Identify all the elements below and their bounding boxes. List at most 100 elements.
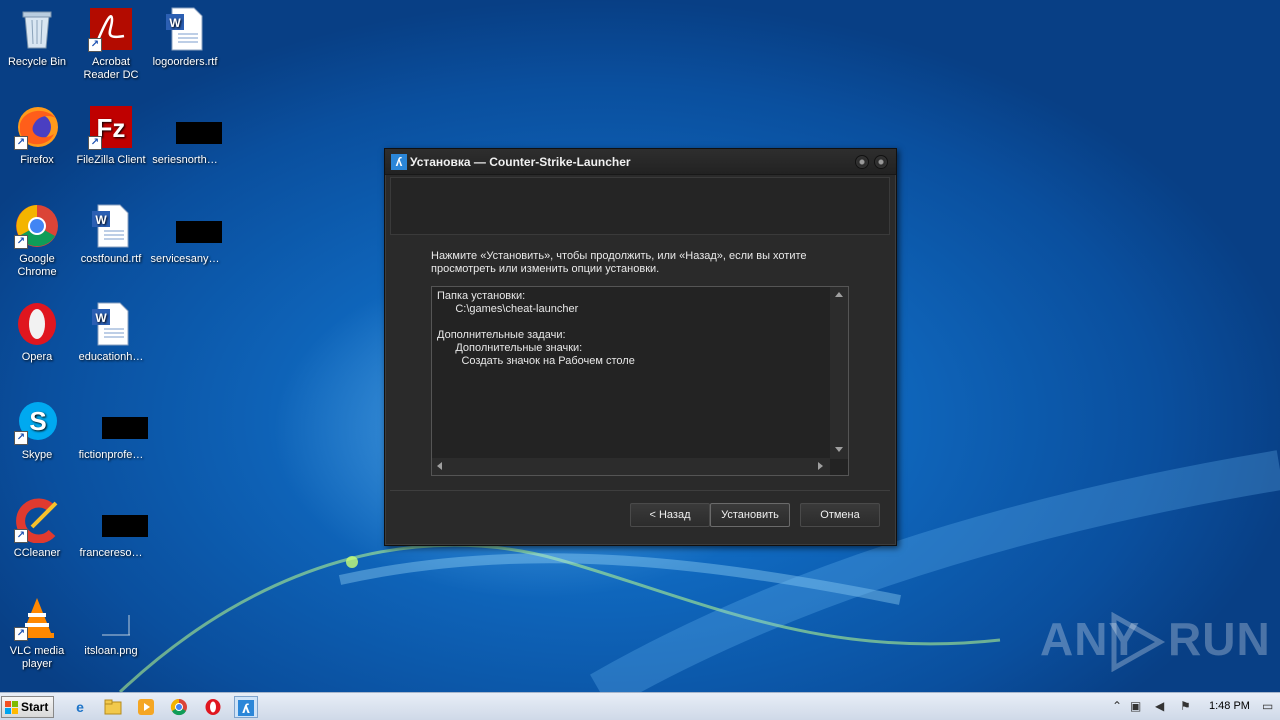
taskbar: Start e ʎ ⌃ ▣ ◀ ⚑ 1:48 PM ▭ [0, 692, 1280, 720]
desktop-icon-chrome[interactable]: ↗ Google Chrome [0, 203, 74, 279]
word-doc-icon: W [88, 301, 134, 347]
redacted-icon [88, 399, 148, 445]
redacted-icon [162, 104, 222, 150]
desktop-icon-label: servicesany… [150, 253, 220, 265]
desktop-icon-label: CCleaner [13, 547, 61, 559]
install-button[interactable]: Установить [710, 503, 790, 527]
desktop-icon-label: Skype [21, 449, 53, 461]
dialog-title: Установка — Counter-Strike-Launcher [410, 155, 631, 169]
shortcut-arrow-icon: ↗ [88, 136, 102, 150]
desktop-icon-servicesany[interactable]: servicesany… [148, 203, 222, 266]
back-button[interactable]: < Назад [630, 503, 710, 527]
desktop-icon-label: Opera [21, 351, 53, 363]
desktop-icon-label: francereso… [79, 547, 143, 559]
opera-icon [14, 301, 60, 347]
filezilla-icon: Fz ↗ [88, 104, 134, 150]
app-icon: ʎ [391, 154, 407, 170]
desktop-icon-task: Создать значок на Рабочем столе [461, 355, 635, 367]
image-file-icon [88, 595, 134, 641]
desktop-icon-educationh[interactable]: W educationh… [74, 301, 148, 364]
clock[interactable]: 1:48 PM [1209, 700, 1250, 712]
chrome-icon: ↗ [14, 203, 60, 249]
desktop-icon-logoorders[interactable]: W logoorders.rtf [148, 6, 222, 69]
desktop-icon-itsloan[interactable]: itsloan.png [74, 595, 148, 658]
desktop-icon-ccleaner[interactable]: ↗ CCleaner [0, 497, 74, 560]
close-button[interactable] [874, 155, 888, 169]
desktop-icon-label: educationh… [78, 351, 144, 363]
redacted-icon [88, 497, 148, 543]
svg-text:ʎ: ʎ [242, 702, 250, 716]
opera-taskbar-icon[interactable] [201, 696, 225, 718]
shortcut-arrow-icon: ↗ [14, 529, 28, 543]
show-desktop-button[interactable]: ▭ [1262, 699, 1273, 713]
dialog-titlebar[interactable]: ʎ Установка — Counter-Strike-Launcher [385, 149, 896, 175]
shortcut-arrow-icon: ↗ [14, 627, 28, 641]
shortcut-arrow-icon: ↗ [14, 431, 28, 445]
desktop-icon-recycle-bin[interactable]: Recycle Bin [0, 6, 74, 69]
redacted-icon [162, 203, 222, 249]
shortcut-arrow-icon: ↗ [88, 38, 102, 52]
svg-text:W: W [95, 213, 107, 227]
wizard-header-panel [390, 177, 890, 235]
media-player-icon[interactable] [134, 696, 158, 718]
desktop-icon-vlc[interactable]: ↗ VLC media player [0, 595, 74, 671]
chrome-taskbar-icon[interactable] [167, 696, 191, 718]
svg-text:W: W [95, 311, 107, 325]
recycle-bin-icon [14, 6, 60, 52]
desktop-icon-seriesnorth[interactable]: seriesnorth… [148, 104, 222, 167]
desktop-icon-label: FileZilla Client [76, 154, 146, 166]
desktop-icon-label: Recycle Bin [7, 56, 67, 68]
desktop-icon-filezilla[interactable]: Fz ↗ FileZilla Client [74, 104, 148, 167]
icons-label: Дополнительные значки: [455, 342, 583, 354]
desktop-icon-label: logoorders.rtf [152, 56, 218, 68]
minimize-button[interactable] [855, 155, 869, 169]
desktop-icon-label: costfound.rtf [80, 253, 142, 265]
desktop-icon-label: Firefox [20, 154, 54, 166]
file-explorer-icon[interactable] [101, 696, 125, 718]
desktop-icon-acrobat[interactable]: ↗ Acrobat Reader DC [74, 6, 148, 82]
install-folder-label: Папка установки: [437, 290, 526, 302]
dialog-divider [390, 490, 890, 491]
desktop-icon-label: Acrobat Reader DC [83, 56, 139, 81]
desktop-icon-opera[interactable]: Opera [0, 301, 74, 364]
desktop-icon-costfound[interactable]: W costfound.rtf [74, 203, 148, 266]
instructions-text: Нажмите «Установить», чтобы продолжить, … [431, 250, 807, 275]
start-button[interactable]: Start [1, 696, 54, 718]
scroll-left-arrow-icon[interactable] [437, 462, 442, 470]
scroll-right-arrow-icon[interactable] [818, 462, 823, 470]
desktop-icon-label: fictionprofe… [78, 449, 144, 461]
desktop-icon-label: seriesnorth… [152, 154, 218, 166]
scroll-up-arrow-icon[interactable] [835, 292, 843, 297]
desktop-icon-label: VLC media player [9, 645, 65, 670]
play-icon [1111, 612, 1166, 672]
install-folder-value: C:\games\cheat-launcher [455, 303, 579, 315]
vertical-scrollbar[interactable] [830, 287, 848, 459]
action-center-flag-icon[interactable]: ⚑ [1180, 699, 1191, 713]
svg-text:W: W [169, 16, 181, 30]
desktop-icon-skype[interactable]: S ↗ Skype [0, 399, 74, 462]
scroll-down-arrow-icon[interactable] [835, 447, 843, 452]
show-hidden-icons-button[interactable]: ⌃ [1112, 699, 1122, 713]
desktop-icon-fictionprofe[interactable]: fictionprofe… [74, 399, 148, 462]
cs-launcher-taskbar-icon[interactable]: ʎ [234, 696, 258, 718]
start-label: Start [21, 700, 49, 714]
install-summary-box[interactable]: Папка установки: C:\games\cheat-launcher… [431, 286, 849, 476]
volume-tray-icon[interactable]: ◀ [1155, 699, 1164, 713]
desktop-icon-label: itsloan.png [84, 645, 138, 657]
summary-text: Папка установки: C:\games\cheat-launcher… [437, 290, 635, 368]
acrobat-icon: ↗ [88, 6, 134, 52]
ccleaner-icon: ↗ [14, 497, 60, 544]
word-doc-icon: W [88, 203, 134, 249]
tasks-label: Дополнительные задачи: [437, 329, 566, 341]
svg-text:S: S [29, 406, 46, 436]
shortcut-arrow-icon: ↗ [14, 136, 28, 150]
installer-dialog: ʎ Установка — Counter-Strike-Launcher На… [384, 148, 897, 546]
firefox-icon: ↗ [14, 104, 60, 150]
horizontal-scrollbar[interactable] [432, 458, 830, 475]
internet-explorer-icon[interactable]: e [68, 696, 92, 718]
cancel-button[interactable]: Отмена [800, 503, 880, 527]
vlc-icon: ↗ [14, 595, 60, 641]
network-tray-icon[interactable]: ▣ [1130, 699, 1141, 713]
desktop-icon-firefox[interactable]: ↗ Firefox [0, 104, 74, 167]
desktop-icon-francereso[interactable]: francereso… [74, 497, 148, 560]
